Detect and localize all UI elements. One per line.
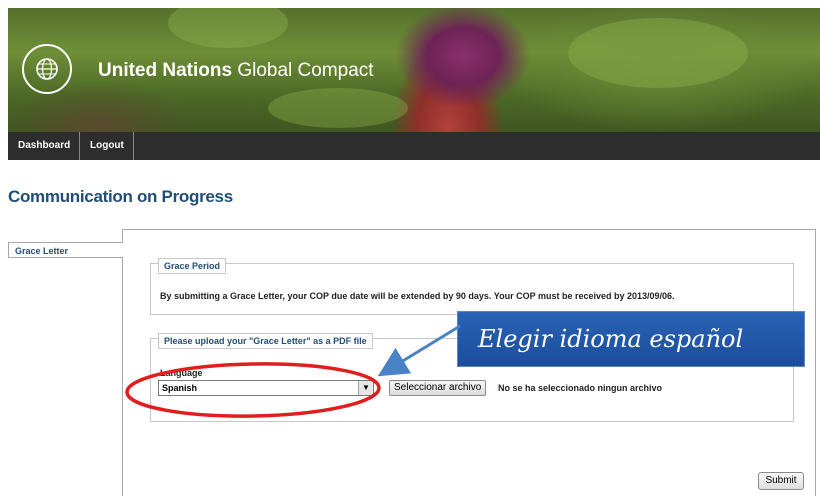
annotation-arrow bbox=[377, 324, 461, 377]
highlight-ellipse bbox=[125, 362, 381, 418]
annotation-overlay bbox=[125, 324, 461, 418]
